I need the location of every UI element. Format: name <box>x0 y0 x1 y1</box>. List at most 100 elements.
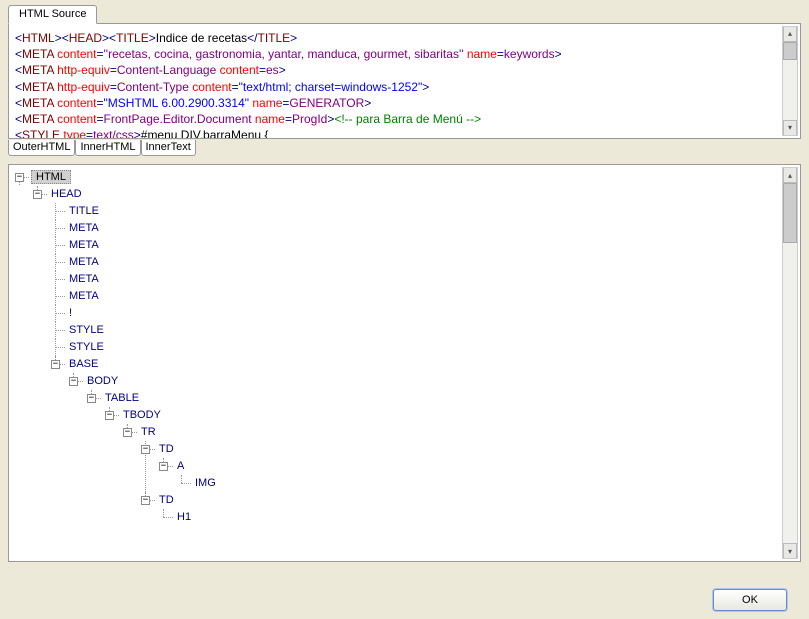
tree-node-tr[interactable]: TR <box>139 426 158 438</box>
dom-tree-panel: HTML HEAD TITLE META META META META <box>8 164 801 562</box>
bracket: < <box>15 47 22 61</box>
text: Indice de recetas <box>156 31 247 45</box>
tree-node-td[interactable]: TD <box>157 494 176 506</box>
tree-node-a[interactable]: A <box>175 460 186 472</box>
collapse-icon[interactable] <box>105 411 114 420</box>
tree-node-style[interactable]: STYLE <box>67 324 106 336</box>
tree-node-tbody[interactable]: TBODY <box>121 409 163 421</box>
view-mode-tabs: OuterHTML InnerHTML InnerText <box>8 140 801 156</box>
collapse-icon[interactable] <box>51 360 60 369</box>
tree-scrollbar[interactable]: ▴ ▾ <box>782 167 798 559</box>
scroll-down-icon[interactable]: ▾ <box>783 120 797 135</box>
tree-node-title[interactable]: TITLE <box>67 205 101 217</box>
ok-button[interactable]: OK <box>713 589 787 611</box>
tag: META <box>22 96 54 110</box>
tab-innerhtml[interactable]: InnerHTML <box>75 140 140 156</box>
val: Content-Type <box>117 80 189 94</box>
eq: = <box>97 112 104 126</box>
attr: name <box>249 96 282 110</box>
collapse-icon[interactable] <box>33 190 42 199</box>
collapse-icon[interactable] <box>159 462 168 471</box>
tree-node-td[interactable]: TD <box>157 443 176 455</box>
tree-node-h1[interactable]: H1 <box>175 511 193 523</box>
tree-node-base[interactable]: BASE <box>67 358 100 370</box>
val: GENERATOR <box>289 96 364 110</box>
tab-innertext[interactable]: InnerText <box>141 140 196 156</box>
eq: = <box>97 47 104 61</box>
bracket: > <box>422 80 429 94</box>
bracket: < <box>15 80 22 94</box>
collapse-icon[interactable] <box>69 377 78 386</box>
tag: META <box>22 112 54 126</box>
eq: = <box>110 63 117 77</box>
attr: content <box>54 47 97 61</box>
attr: http-equiv <box>54 80 110 94</box>
collapse-icon[interactable] <box>141 496 150 505</box>
source-scrollbar[interactable]: ▴ ▾ <box>782 26 798 136</box>
scroll-thumb[interactable] <box>783 42 797 60</box>
source-line: <META content=FrontPage.Editor.Document … <box>15 111 778 127</box>
scroll-up-icon[interactable]: ▴ <box>783 168 797 183</box>
eq: = <box>285 112 292 126</box>
tree-node-comment[interactable]: ! <box>67 307 74 319</box>
attr: http-equiv <box>54 63 110 77</box>
tree-node-meta[interactable]: META <box>67 256 101 268</box>
eq: = <box>86 128 93 139</box>
bracket: >< <box>102 31 116 45</box>
val: keywords <box>504 47 555 61</box>
bracket: >< <box>55 31 69 45</box>
eq: = <box>259 63 266 77</box>
source-line: <HTML><HEAD><TITLE>Indice de recetas</TI… <box>15 30 778 46</box>
bracket: < <box>15 96 22 110</box>
collapse-icon[interactable] <box>87 394 96 403</box>
val: ProgId <box>292 112 327 126</box>
scroll-up-icon[interactable]: ▴ <box>783 27 797 42</box>
tag: HTML <box>22 31 55 45</box>
tree-node-head[interactable]: HEAD <box>49 188 84 200</box>
tree-node-html[interactable]: HTML <box>31 170 71 184</box>
tree-node-style[interactable]: STYLE <box>67 341 106 353</box>
source-line: <META content=''recetas, cocina, gastron… <box>15 46 778 62</box>
source-line: <META http-equiv=Content-Type content="t… <box>15 79 778 95</box>
attr: name <box>464 47 497 61</box>
collapse-icon[interactable] <box>15 173 24 182</box>
val: "MSHTML 6.00.2900.3314" <box>104 96 250 110</box>
source-line: <META content="MSHTML 6.00.2900.3314" na… <box>15 95 778 111</box>
scroll-thumb[interactable] <box>783 183 797 243</box>
attr: content <box>54 112 97 126</box>
val: es <box>266 63 279 77</box>
tree-node-body[interactable]: BODY <box>85 375 120 387</box>
tag: META <box>22 80 54 94</box>
bracket: > <box>134 128 141 139</box>
tree-node-img[interactable]: IMG <box>193 477 218 489</box>
bracket: < <box>15 128 22 139</box>
tree-node-meta[interactable]: META <box>67 222 101 234</box>
val: Content-Language <box>117 63 216 77</box>
bracket: > <box>555 47 562 61</box>
tree-node-meta[interactable]: META <box>67 239 101 251</box>
collapse-icon[interactable] <box>141 445 150 454</box>
text: #menu DIV.barraMenu { <box>141 128 269 139</box>
tag: META <box>22 63 54 77</box>
tree-node-meta[interactable]: META <box>67 290 101 302</box>
comment: <!-- para Barra de Menú --> <box>334 112 481 126</box>
collapse-icon[interactable] <box>123 428 132 437</box>
bracket: < <box>15 31 22 45</box>
val: "text/html; charset=windows-1252" <box>239 80 423 94</box>
bracket: < <box>15 63 22 77</box>
tree-node-meta[interactable]: META <box>67 273 101 285</box>
val: FrontPage.Editor.Document <box>104 112 252 126</box>
tree-node-table[interactable]: TABLE <box>103 392 141 404</box>
scroll-down-icon[interactable]: ▾ <box>783 543 797 558</box>
tag: META <box>22 47 54 61</box>
bracket: > <box>290 31 297 45</box>
tag: HEAD <box>69 31 102 45</box>
tag: TITLE <box>116 31 149 45</box>
eq: = <box>497 47 504 61</box>
bracket: > <box>279 63 286 77</box>
eq: = <box>232 80 239 94</box>
tab-outerhtml[interactable]: OuterHTML <box>8 140 75 156</box>
tag: STYLE <box>22 128 60 139</box>
tab-html-source[interactable]: HTML Source <box>8 5 97 24</box>
attr: content <box>54 96 97 110</box>
